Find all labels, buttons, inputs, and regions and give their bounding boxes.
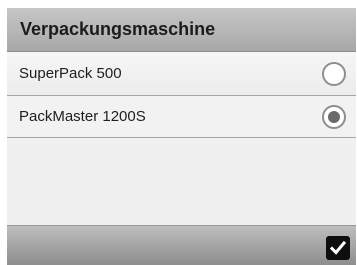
option-label: SuperPack 500 [19, 65, 122, 82]
option-radio-button[interactable] [322, 105, 346, 129]
checkmark-icon [329, 240, 347, 255]
machine-option-list: SuperPack 500 PackMaster 1200S [7, 52, 356, 138]
confirm-button[interactable] [326, 236, 350, 260]
option-packmaster-1200s[interactable]: PackMaster 1200S [7, 96, 356, 138]
dialog-title: Verpackungsmaschine [20, 19, 216, 39]
option-radio-button[interactable] [322, 62, 346, 86]
option-label: PackMaster 1200S [19, 108, 146, 125]
option-superpack-500[interactable]: SuperPack 500 [7, 52, 356, 96]
radio-selected-dot [328, 111, 340, 123]
machine-select-dialog: Verpackungsmaschine SuperPack 500 PackMa… [7, 8, 356, 265]
dialog-titlebar: Verpackungsmaschine [7, 8, 356, 52]
dialog-footer [7, 225, 356, 265]
